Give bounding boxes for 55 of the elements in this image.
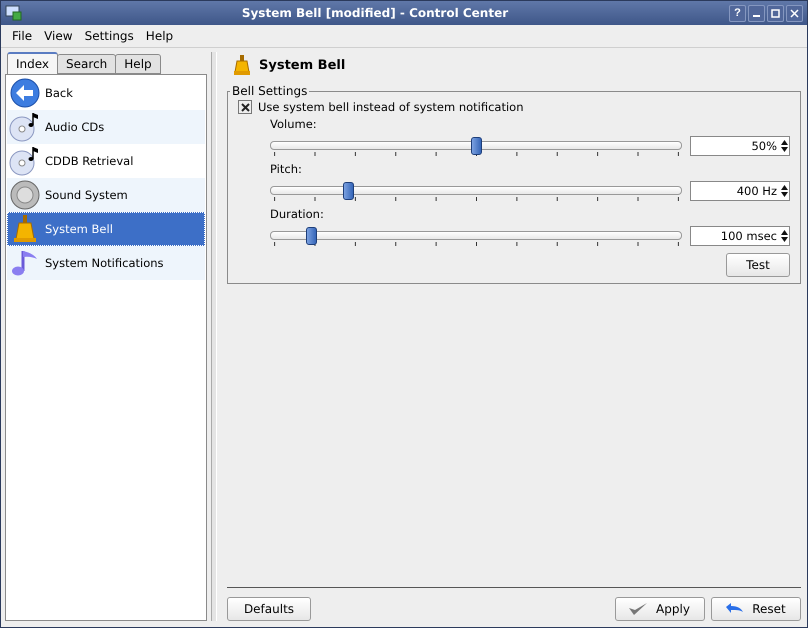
slider-label: Pitch: [270, 162, 302, 176]
apply-button[interactable]: Apply [615, 597, 705, 621]
slider-thumb[interactable] [306, 227, 318, 245]
tab[interactable]: Search [57, 54, 116, 74]
spin-arrows-icon [780, 229, 789, 243]
sidebar-item[interactable]: System Bell [7, 212, 205, 246]
sidebar-item[interactable]: Audio CDs [7, 110, 205, 144]
splitter-handle[interactable] [211, 52, 217, 621]
tab[interactable]: Help [115, 54, 161, 74]
checkmark-icon [628, 602, 648, 616]
close-icon [790, 8, 799, 18]
item-label: Audio CDs [45, 120, 104, 134]
test-button[interactable]: Test [726, 253, 790, 277]
item-label: Sound System [45, 188, 128, 202]
checkbox-label: Use system bell instead of system notification [258, 100, 524, 114]
slider-thumb[interactable] [343, 182, 354, 200]
bell-icon [233, 54, 251, 76]
group-title: Bell Settings [231, 84, 308, 98]
spin-box[interactable]: 400 Hz [690, 181, 790, 201]
slider-label: Duration: [270, 207, 324, 221]
tab[interactable]: Index [7, 52, 58, 74]
defaults-button[interactable]: Defaults [227, 597, 311, 621]
spin-arrows-icon [780, 184, 789, 198]
help-button[interactable]: ? [729, 4, 746, 22]
checkbox[interactable] [238, 100, 252, 114]
spin-box[interactable]: 50% [690, 136, 790, 156]
menu-item[interactable]: File [7, 27, 38, 45]
spin-arrows-icon [780, 139, 789, 153]
item-label: System Notifications [45, 256, 164, 270]
minimize-button[interactable] [748, 4, 765, 22]
menu-item[interactable]: Help [140, 27, 178, 45]
item-label: CDDB Retrieval [45, 154, 134, 168]
slider-thumb[interactable] [471, 137, 482, 155]
menu-item[interactable]: Settings [80, 27, 139, 45]
slider[interactable] [270, 135, 682, 157]
sidebar-item[interactable]: Sound System [7, 178, 205, 212]
close-button[interactable] [786, 4, 803, 22]
slider-label: Volume: [270, 117, 317, 131]
minimize-icon [753, 15, 760, 17]
cd-music-icon [9, 111, 41, 143]
menu-item[interactable]: View [39, 27, 78, 45]
window-title: System Bell [modified] - Control Center [240, 6, 510, 20]
spin-box[interactable]: 100 msec [690, 226, 790, 246]
maximize-button[interactable] [767, 4, 784, 22]
reset-button[interactable]: Reset [711, 597, 801, 621]
monitor-icon [5, 5, 23, 21]
sidebar-item[interactable]: System Notifications [7, 246, 205, 280]
item-label: System Bell [45, 222, 113, 236]
page-title: System Bell [259, 58, 346, 72]
speaker-icon [9, 179, 41, 211]
slider[interactable] [270, 180, 682, 202]
item-label: Back [45, 86, 73, 100]
slider[interactable] [270, 225, 682, 247]
maximize-icon [771, 8, 780, 18]
cd-music-icon [9, 145, 41, 177]
